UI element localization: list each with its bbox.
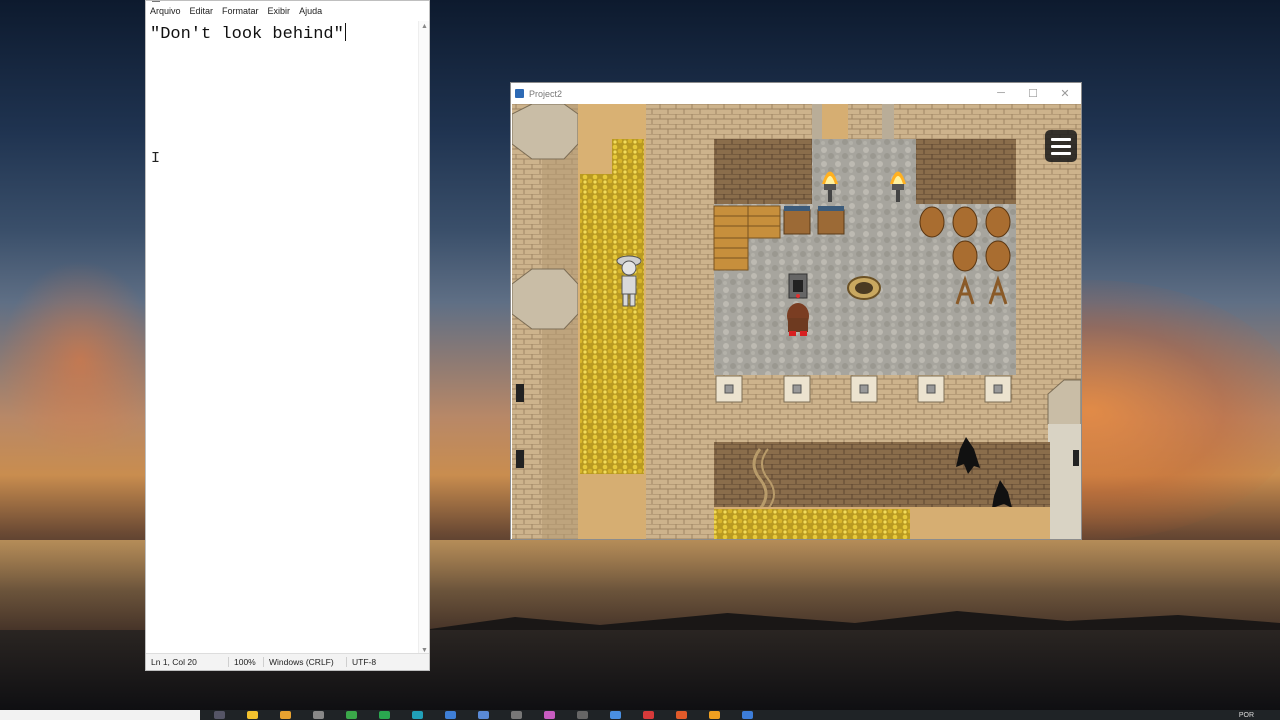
menu-ajuda[interactable]: Ajuda bbox=[299, 6, 322, 16]
text-caret bbox=[344, 23, 346, 41]
app-icon[interactable] bbox=[643, 711, 654, 719]
sunset-glow-left bbox=[0, 260, 160, 460]
text-cursor-icon: I bbox=[151, 150, 161, 167]
app-icon[interactable] bbox=[577, 711, 588, 719]
app-icon[interactable] bbox=[478, 711, 489, 719]
taskbar: POR bbox=[0, 710, 1280, 720]
maximize-icon[interactable]: ☐ bbox=[1017, 87, 1049, 100]
app-icon[interactable] bbox=[610, 711, 621, 719]
notepad-menubar: Arquivo Editar Formatar Exibir Ajuda bbox=[146, 1, 429, 21]
notepad-text-area[interactable]: "Don't look behind" bbox=[150, 23, 346, 44]
app-icon[interactable] bbox=[544, 711, 555, 719]
app-icon[interactable] bbox=[346, 711, 357, 719]
notepad-text: "Don't look behind" bbox=[150, 25, 344, 44]
task-view-icon[interactable] bbox=[214, 711, 225, 719]
player-sprite bbox=[787, 303, 809, 336]
notepad-scrollbar[interactable]: ▲ ▼ bbox=[418, 21, 429, 656]
app-icon[interactable] bbox=[313, 711, 324, 719]
folder-icon[interactable] bbox=[280, 711, 291, 719]
menu-exibir[interactable]: Exibir bbox=[268, 6, 291, 16]
minimize-icon[interactable]: ─ bbox=[985, 87, 1017, 100]
menu-formatar[interactable]: Formatar bbox=[222, 6, 259, 16]
menu-editar[interactable]: Editar bbox=[190, 6, 214, 16]
app-icon[interactable] bbox=[511, 711, 522, 719]
hamburger-menu-icon[interactable] bbox=[1045, 130, 1077, 162]
app-icon[interactable] bbox=[742, 711, 753, 719]
status-line-ending: Windows (CRLF) bbox=[264, 657, 347, 667]
app-icon[interactable] bbox=[709, 711, 720, 719]
app-icon[interactable] bbox=[676, 711, 687, 719]
status-position: Ln 1, Col 20 bbox=[146, 657, 229, 667]
taskbar-language[interactable]: POR bbox=[1239, 712, 1254, 719]
file-explorer-icon[interactable] bbox=[247, 711, 258, 719]
scroll-up-icon[interactable]: ▲ bbox=[421, 23, 428, 30]
app-icon[interactable] bbox=[412, 711, 423, 719]
status-encoding: UTF-8 bbox=[352, 657, 377, 667]
notepad-window: Arquivo Editar Formatar Exibir Ajuda "Do… bbox=[145, 0, 430, 671]
close-icon[interactable]: ✕ bbox=[1049, 87, 1081, 100]
menu-arquivo[interactable]: Arquivo bbox=[150, 6, 181, 16]
notepad-statusbar: Ln 1, Col 20 100% Windows (CRLF) UTF-8 bbox=[146, 653, 429, 670]
status-zoom: 100% bbox=[229, 657, 264, 667]
rpg-maker-app-icon bbox=[515, 89, 524, 98]
game-window: Project2 ─ ☐ ✕ bbox=[510, 82, 1082, 540]
app-icon[interactable] bbox=[379, 711, 390, 719]
game-map bbox=[512, 104, 1081, 539]
taskbar-search-box[interactable] bbox=[0, 710, 200, 720]
game-canvas[interactable] bbox=[512, 104, 1081, 539]
game-title: Project2 bbox=[529, 88, 563, 99]
game-titlebar[interactable]: Project2 ─ ☐ ✕ bbox=[511, 83, 1081, 104]
taskbar-icons bbox=[214, 711, 775, 719]
app-icon[interactable] bbox=[445, 711, 456, 719]
